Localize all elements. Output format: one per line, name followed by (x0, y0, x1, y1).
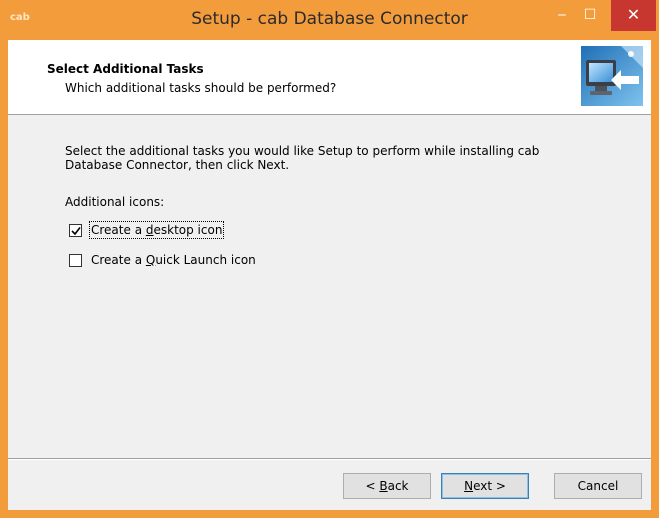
wizard-header: Select Additional Tasks Which additional… (8, 40, 651, 115)
quick-launch-option[interactable]: Create a Quick Launch icon (69, 253, 256, 267)
quick-launch-label: Create a Quick Launch icon (91, 253, 256, 267)
maximize-button[interactable]: ☐ (576, 0, 604, 31)
next-button[interactable]: Next > (441, 473, 529, 499)
computer-install-icon (581, 46, 643, 106)
footer-separator (8, 458, 651, 460)
desktop-icon-option[interactable]: Create a desktop icon (69, 221, 225, 239)
desktop-icon-checkbox[interactable] (69, 223, 82, 237)
page-title: Select Additional Tasks (47, 62, 204, 76)
close-button[interactable]: ✕ (611, 0, 656, 31)
back-button[interactable]: < Back (343, 473, 431, 499)
checkmark-icon (71, 226, 81, 235)
quick-launch-checkbox[interactable] (69, 253, 82, 267)
page-subtitle: Which additional tasks should be perform… (65, 81, 337, 95)
task-description: Select the additional tasks you would li… (65, 144, 540, 172)
cancel-button[interactable]: Cancel (554, 473, 642, 499)
dialog-client: Select Additional Tasks Which additional… (8, 40, 651, 510)
desktop-icon-label: Create a desktop icon (88, 221, 225, 239)
setup-window: cab Setup - cab Database Connector ‒ ☐ ✕… (0, 0, 659, 518)
additional-icons-label: Additional icons: (65, 195, 165, 209)
minimize-button[interactable]: ‒ (548, 0, 576, 31)
title-bar[interactable]: cab Setup - cab Database Connector ‒ ☐ ✕ (0, 0, 659, 40)
